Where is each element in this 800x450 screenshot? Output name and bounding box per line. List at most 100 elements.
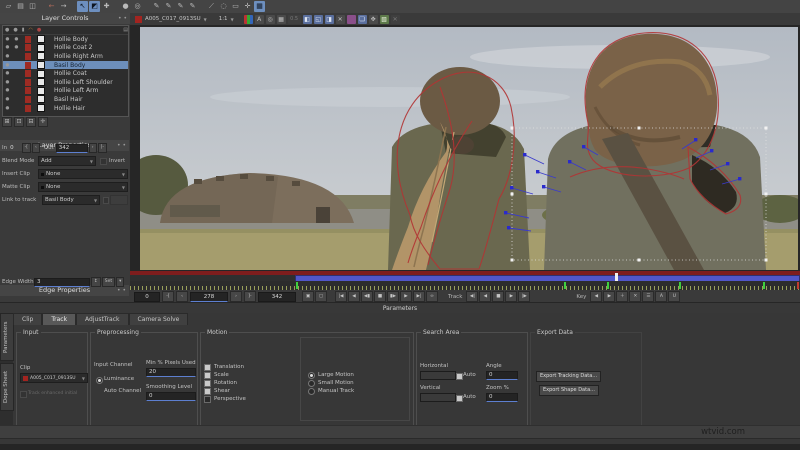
timeline-out-field[interactable]: 342 xyxy=(258,291,296,302)
layer-visibility-icon[interactable]: ● xyxy=(3,45,12,50)
play-button[interactable]: ▶ xyxy=(400,291,412,302)
layer-menu-icon[interactable]: ▤ xyxy=(123,26,128,34)
rotation-checkbox[interactable] xyxy=(204,379,211,387)
scale-checkbox[interactable] xyxy=(204,371,211,379)
play-reverse-button[interactable]: ◀ xyxy=(348,291,360,302)
blend-mode-dropdown[interactable]: Add ▼ xyxy=(38,156,96,166)
proxy-scale-label[interactable]: 0.5 xyxy=(287,14,301,24)
tab-clip[interactable]: Clip xyxy=(13,313,43,325)
next-key-button[interactable]: ▶ xyxy=(603,291,616,302)
clip-x-icon[interactable]: ✕ xyxy=(335,14,345,24)
keyframe-marker[interactable] xyxy=(607,282,610,289)
add-key-button[interactable]: ＋ xyxy=(616,291,629,302)
insert-clip-dropdown[interactable]: None ▼ xyxy=(38,169,128,179)
goto-in-button[interactable]: ‹ xyxy=(32,143,40,153)
horizontal-field[interactable] xyxy=(420,371,456,380)
set-out-button[interactable]: ]- xyxy=(244,291,256,302)
smoothing-field[interactable]: 0 xyxy=(146,392,196,401)
edge-width-stepper[interactable]: ↕ xyxy=(91,277,101,287)
invert-checkbox[interactable] xyxy=(100,157,107,165)
keyframe-marker[interactable] xyxy=(564,282,567,289)
undo-icon[interactable]: ← xyxy=(46,1,57,12)
angle-field[interactable]: 0 xyxy=(486,371,518,380)
show-planar-grid-icon[interactable]: ▦ xyxy=(254,1,265,12)
export-shape-data-button[interactable]: Export Shape Data... xyxy=(539,385,599,396)
layer-insert-checkbox[interactable] xyxy=(37,95,45,104)
layer-visibility-icon[interactable]: ● xyxy=(3,106,12,111)
goto-in-button[interactable]: ‹ xyxy=(176,291,188,302)
zoom-pct-field[interactable]: 0 xyxy=(486,393,518,402)
add-bezier-tool-icon[interactable]: ✎ xyxy=(187,1,198,12)
hand-pan-icon[interactable]: ✥ xyxy=(368,14,378,24)
layer-process-icon[interactable]: ● xyxy=(12,45,21,50)
trace-icon[interactable]: ▧ xyxy=(379,14,389,24)
track-back-one-button[interactable]: ◀ xyxy=(479,291,492,302)
min-pixels-field[interactable]: 20 xyxy=(146,368,196,377)
create-xspline-tool-icon[interactable]: ✎ xyxy=(151,1,162,12)
layer-insert-checkbox[interactable] xyxy=(37,43,45,52)
add-point-tool-icon[interactable]: ✚ xyxy=(101,1,112,12)
layer-row[interactable]: ● ● Hollie Body xyxy=(3,35,128,44)
set-out-button[interactable]: ]- xyxy=(97,143,107,153)
tab-adjusttrack[interactable]: AdjustTrack xyxy=(76,313,129,325)
keyframe-marker[interactable] xyxy=(296,282,299,289)
goto-out-button[interactable]: › xyxy=(230,291,242,302)
step-back-button[interactable]: ◀▮ xyxy=(361,291,373,302)
zoom-timeline-out-icon[interactable]: ▢ xyxy=(315,291,327,302)
layer-insert-checkbox[interactable] xyxy=(37,52,45,61)
edge-width-field[interactable]: 3 xyxy=(34,277,90,287)
alpha-channel-icon[interactable]: A xyxy=(254,14,264,24)
key-menu-button[interactable]: ☰ xyxy=(642,291,655,302)
zoom-tool-icon[interactable]: ◎ xyxy=(132,1,143,12)
loop-button[interactable]: ∞ xyxy=(426,291,438,302)
color-column-icon[interactable]: ● xyxy=(37,26,41,34)
layer-row[interactable]: ● Hollie Coat xyxy=(3,69,128,78)
save-project-icon[interactable]: ◫ xyxy=(27,1,38,12)
layer-row[interactable]: ● Basil Body xyxy=(3,60,128,70)
split-view-icon[interactable]: ◧ xyxy=(302,14,312,24)
panel-pin-icon[interactable]: • • xyxy=(118,13,127,24)
layer-row[interactable]: ● Hollie Hair xyxy=(3,104,128,113)
zoom-level-selector[interactable]: 1:1 xyxy=(219,16,228,22)
layer-visibility-icon[interactable]: ● xyxy=(3,80,12,85)
layer-visibility-icon[interactable]: ● xyxy=(3,54,12,59)
stabilize-view-icon[interactable]: ◱ xyxy=(313,14,323,24)
zoom-timeline-in-icon[interactable]: ▣ xyxy=(302,291,314,302)
goto-out-button[interactable]: › xyxy=(88,143,97,153)
vertical-field[interactable] xyxy=(420,393,456,402)
redo-icon[interactable]: → xyxy=(58,1,69,12)
vertical-auto-checkbox[interactable] xyxy=(456,395,463,402)
matte-clip-dropdown[interactable]: None ▼ xyxy=(38,182,128,192)
shear-checkbox[interactable] xyxy=(204,387,211,395)
circle-spline-tool-icon[interactable]: ◌ xyxy=(218,1,229,12)
layer-insert-checkbox[interactable] xyxy=(37,61,45,70)
step-forward-button[interactable]: ▮▶ xyxy=(387,291,399,302)
edge-width-menu-button[interactable]: ▾ xyxy=(116,277,125,287)
grid-overlay-icon[interactable]: ▦ xyxy=(276,14,286,24)
add-xspline-tool-icon[interactable]: ✎ xyxy=(163,1,174,12)
layer-row[interactable]: ● Basil Hair xyxy=(3,95,128,104)
layer-process-icon[interactable]: ● xyxy=(12,37,21,42)
set-in-button[interactable]: -[ xyxy=(162,291,174,302)
layer-insert-checkbox[interactable] xyxy=(37,69,45,78)
layer-row[interactable]: ● Hollie Left Shoulder xyxy=(3,78,128,87)
side-tab-parameters[interactable]: Parameters xyxy=(0,313,14,361)
track-fwd-one-button[interactable]: ▶ xyxy=(505,291,518,302)
show-layers-icon[interactable]: ❏ xyxy=(357,14,367,24)
track-forwards-button[interactable]: |▶ xyxy=(518,291,531,302)
autokey-button[interactable]: A xyxy=(655,291,668,302)
layer-visibility-icon[interactable]: ● xyxy=(3,63,12,68)
mask-column-icon[interactable]: ◠ xyxy=(29,26,33,34)
magnetic-spline-tool-icon[interactable]: ⟋ xyxy=(206,1,217,12)
viewer-canvas[interactable] xyxy=(130,25,800,271)
clip-dropdown[interactable]: A005_C017_0913SU ▼ xyxy=(20,373,88,383)
expand-layers-icon[interactable]: ✛ xyxy=(38,117,48,127)
layer-insert-checkbox[interactable] xyxy=(37,86,45,95)
layer-visibility-icon[interactable]: ● xyxy=(3,37,12,42)
perspective-checkbox[interactable] xyxy=(204,395,211,403)
translation-checkbox[interactable] xyxy=(204,363,211,371)
set-in-button[interactable]: -[ xyxy=(21,143,31,153)
rect-spline-tool-icon[interactable]: ▭ xyxy=(230,1,241,12)
track-stop-button[interactable]: ■ xyxy=(492,291,505,302)
luminance-radio[interactable] xyxy=(96,377,103,384)
